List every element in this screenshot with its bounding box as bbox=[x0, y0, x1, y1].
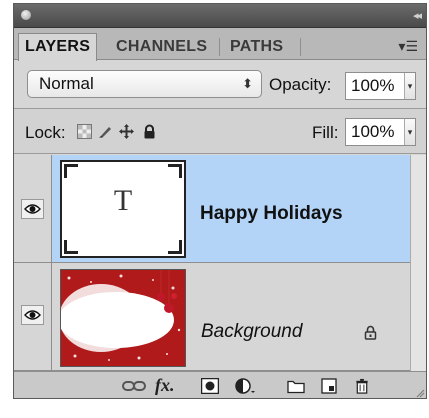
lock-position-icon[interactable] bbox=[119, 124, 134, 139]
background-layer-thumbnail[interactable] bbox=[58, 269, 186, 367]
panel-tabs: LAYERS CHANNELS PATHS ▾☰ bbox=[14, 28, 426, 61]
thumb-corner bbox=[64, 240, 78, 254]
fx-icon[interactable]: fx. bbox=[155, 375, 175, 396]
layers-list: T Happy Holidays Background bbox=[14, 155, 410, 371]
eye-icon[interactable] bbox=[21, 305, 44, 325]
thumb-corner bbox=[64, 164, 78, 178]
text-type-glyph: T bbox=[113, 184, 133, 217]
tab-layers[interactable]: LAYERS bbox=[18, 33, 98, 61]
adjustment-layer-icon[interactable] bbox=[235, 378, 259, 394]
trash-icon[interactable] bbox=[354, 378, 370, 394]
close-dot-icon[interactable] bbox=[21, 10, 31, 20]
panel-titlebar: ◂◂ bbox=[14, 4, 426, 28]
tab-divider bbox=[219, 38, 220, 56]
fill-field[interactable]: 100% ▾ bbox=[345, 118, 416, 146]
opacity-value: 100% bbox=[351, 76, 395, 95]
layer-name[interactable]: Background bbox=[201, 321, 302, 343]
link-icon[interactable] bbox=[122, 378, 146, 394]
lock-row: Lock: Fill: 100% ▾ bbox=[14, 108, 426, 154]
text-layer-thumbnail[interactable]: T bbox=[60, 160, 186, 258]
layer-row-background[interactable]: Background bbox=[14, 263, 410, 371]
lock-icon bbox=[364, 325, 377, 340]
eye-icon[interactable] bbox=[21, 199, 44, 219]
panel-menu-icon[interactable]: ▾☰ bbox=[398, 38, 418, 55]
layer-mask-icon[interactable] bbox=[201, 378, 219, 394]
lock-pixels-icon[interactable] bbox=[98, 124, 113, 139]
layer-name[interactable]: Happy Holidays bbox=[200, 203, 343, 225]
new-layer-icon[interactable] bbox=[321, 378, 337, 394]
lock-label: Lock: bbox=[25, 123, 66, 142]
layers-scrollbar[interactable] bbox=[410, 155, 426, 371]
blend-mode-select[interactable]: Normal ⬍ bbox=[27, 70, 262, 98]
holiday-image bbox=[58, 270, 185, 366]
visibility-cell bbox=[14, 263, 52, 370]
blend-row: Normal ⬍ Opacity: 100% ▾ bbox=[14, 64, 426, 104]
tab-channels[interactable]: CHANNELS bbox=[110, 34, 213, 60]
select-arrows-icon: ⬍ bbox=[242, 76, 253, 91]
fill-label: Fill: bbox=[312, 123, 339, 142]
lock-transparency-icon[interactable] bbox=[77, 124, 92, 139]
panel-footer: fx. bbox=[14, 371, 426, 398]
resize-grip-icon[interactable] bbox=[415, 388, 425, 398]
tab-divider bbox=[300, 38, 301, 56]
visibility-cell bbox=[14, 155, 52, 262]
collapse-icon[interactable]: ◂◂ bbox=[413, 9, 422, 22]
fill-dropdown-icon[interactable]: ▾ bbox=[404, 119, 415, 145]
opacity-field[interactable]: 100% ▾ bbox=[345, 72, 416, 100]
opacity-label: Opacity: bbox=[269, 75, 332, 94]
fill-value: 100% bbox=[351, 122, 395, 141]
layers-panel: ◂◂ LAYERS CHANNELS PATHS ▾☰ Normal ⬍ Opa… bbox=[13, 3, 427, 399]
tab-paths[interactable]: PATHS bbox=[224, 34, 289, 60]
layer-row-happy-holidays[interactable]: T Happy Holidays bbox=[14, 155, 410, 263]
thumb-corner bbox=[168, 240, 182, 254]
lock-all-icon[interactable] bbox=[142, 124, 157, 139]
blend-mode-value: Normal bbox=[39, 74, 94, 93]
opacity-dropdown-icon[interactable]: ▾ bbox=[404, 73, 415, 99]
new-group-icon[interactable] bbox=[287, 378, 305, 394]
thumb-corner bbox=[168, 164, 182, 178]
